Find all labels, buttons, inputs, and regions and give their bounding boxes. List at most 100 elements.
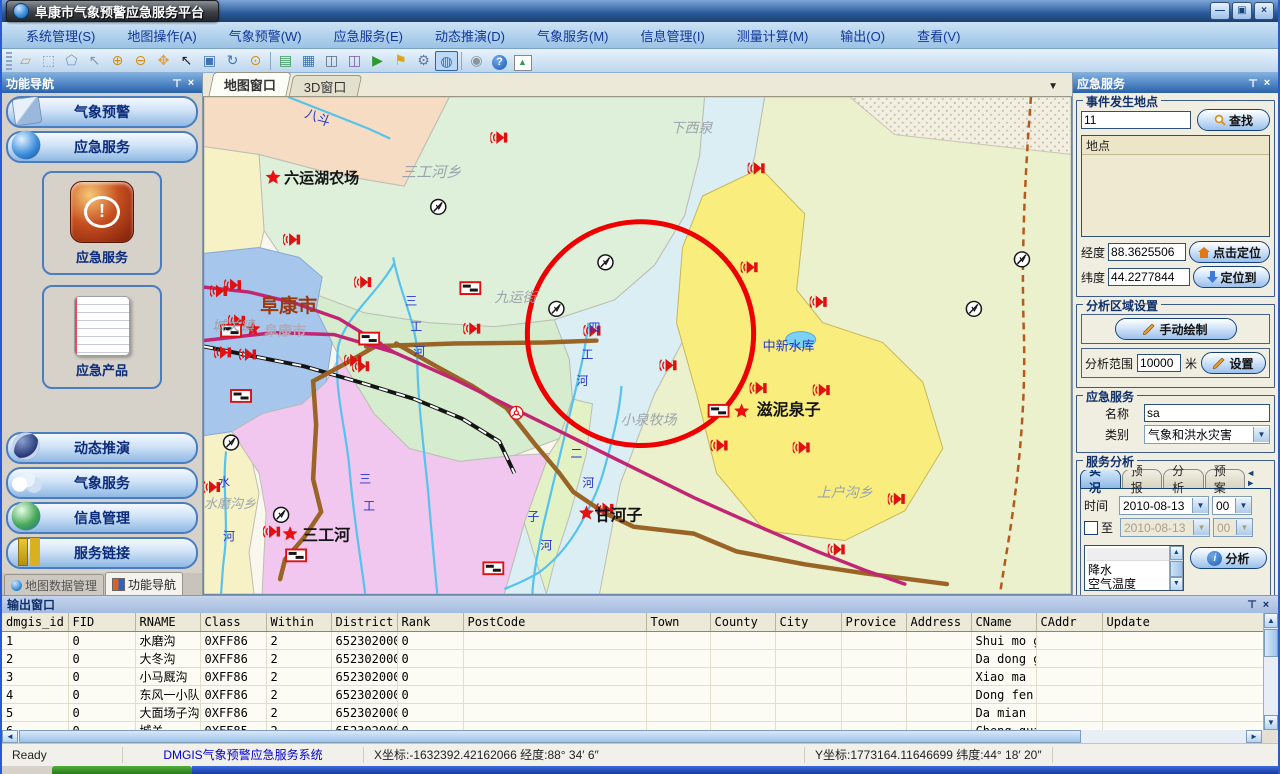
menu-item-3[interactable]: 应急服务(E) xyxy=(320,24,417,47)
toolbar-grip[interactable] xyxy=(6,52,12,70)
map-tabbar-dropdown-icon[interactable]: ▼ xyxy=(1048,81,1058,92)
nav-group-应急服务[interactable]: 应急服务 xyxy=(6,131,198,163)
print-color-icon[interactable]: ◫ xyxy=(343,51,366,71)
table-row[interactable]: 60城关0XFF8526523020000Cheng guan xyxy=(2,722,1263,731)
zoom-in-icon[interactable]: ⊕ xyxy=(106,51,129,71)
scroll-thumb[interactable] xyxy=(1170,561,1183,577)
zoom-out-icon[interactable]: ⊖ xyxy=(129,51,152,71)
pan-icon[interactable]: ✥ xyxy=(152,51,175,71)
map-tab-3D窗口[interactable]: 3D窗口 xyxy=(289,75,362,96)
menu-item-9[interactable]: 查看(V) xyxy=(903,24,974,47)
pointer-icon[interactable]: ↖ xyxy=(175,51,198,71)
nav-button-动态推演[interactable]: 动态推演 xyxy=(6,432,198,464)
card-应急服务[interactable]: !应急服务 xyxy=(42,171,162,275)
analysis-tab-预案[interactable]: 预案 xyxy=(1205,469,1246,488)
column-header-CName[interactable]: CName xyxy=(971,613,1036,632)
column-header-FID[interactable]: FID xyxy=(68,613,135,632)
globe-tool-icon[interactable]: ◍ xyxy=(435,51,458,71)
table-row[interactable]: 40东风一小队0XFF8626523020000Dong fen... xyxy=(2,686,1263,704)
refresh-icon[interactable]: ↻ xyxy=(221,51,244,71)
find-button[interactable]: 查找 xyxy=(1197,109,1270,131)
place-list[interactable]: 地点 xyxy=(1081,135,1270,237)
weather-list-scrollbar[interactable]: ▲ ▼ xyxy=(1169,546,1183,590)
nav-arrow-icon[interactable]: ▶ xyxy=(366,51,389,71)
hour-dropdown-icon[interactable]: ▼ xyxy=(1235,498,1251,513)
nav-group-气象预警[interactable]: 气象预警 xyxy=(6,96,198,128)
to-date-dropdown-icon[interactable]: ▼ xyxy=(1193,520,1209,535)
longitude-input[interactable] xyxy=(1108,243,1186,261)
hour-select[interactable]: 00 ▼ xyxy=(1212,496,1252,515)
select-rect-icon[interactable]: ⬚ xyxy=(37,51,60,71)
map-canvas[interactable]: 六运湖农场三工河乡下西泉九运街阜康市城关镇阜康市滋泥泉子中新水库小泉牧场上户沟乡… xyxy=(203,97,1072,595)
analyze-button[interactable]: i 分析 xyxy=(1190,547,1267,569)
export-image-icon[interactable]: ▦ xyxy=(297,51,320,71)
alert-bubble-icon[interactable]: ! xyxy=(70,181,134,243)
analysis-tab-分析[interactable]: 分析 xyxy=(1163,469,1204,488)
menu-item-6[interactable]: 信息管理(I) xyxy=(627,24,719,47)
table-row[interactable]: 30小马厩沟0XFF8626523020000Xiao ma ... xyxy=(2,668,1263,686)
menu-item-7[interactable]: 测量计算(M) xyxy=(723,24,823,47)
left-panel-pin-icon[interactable]: ⊤ xyxy=(170,77,184,90)
panel-tab-功能导航[interactable]: 功能导航 xyxy=(105,572,183,595)
to-hour-select[interactable]: 00 ▼ xyxy=(1213,518,1253,537)
column-header-Town[interactable]: Town xyxy=(646,613,710,632)
measure-icon[interactable]: ▱ xyxy=(14,51,37,71)
to-hour-dropdown-icon[interactable]: ▼ xyxy=(1236,520,1252,535)
left-panel-close-icon[interactable]: × xyxy=(184,77,198,89)
right-panel-close-icon[interactable]: × xyxy=(1260,77,1274,89)
column-header-Provice[interactable]: Provice xyxy=(841,613,906,632)
analysis-tab-实况[interactable]: 实况 xyxy=(1080,469,1121,488)
menu-item-5[interactable]: 气象服务(M) xyxy=(523,24,623,47)
nav-button-气象服务[interactable]: 气象服务 xyxy=(6,467,198,499)
locate-to-button[interactable]: 定位到 xyxy=(1193,266,1270,288)
manual-draw-button[interactable]: 手动绘制 xyxy=(1115,318,1237,340)
table-row[interactable]: 10水磨沟0XFF8626523020000Shui mo gou xyxy=(2,632,1263,650)
column-header-dmgis_id[interactable]: dmgis_id xyxy=(2,613,68,632)
output-pin-icon[interactable]: ⊤ xyxy=(1245,598,1259,611)
layers-icon[interactable]: ▤ xyxy=(274,51,297,71)
restore-button[interactable]: ▣ xyxy=(1232,2,1252,20)
flag-pin-icon[interactable]: ⚑ xyxy=(389,51,412,71)
service-type-dropdown-icon[interactable]: ▼ xyxy=(1253,427,1269,442)
to-checkbox[interactable] xyxy=(1084,521,1098,535)
set-range-button[interactable]: 设置 xyxy=(1201,352,1266,374)
column-header-Class[interactable]: Class xyxy=(200,613,266,632)
vscroll-up-icon[interactable]: ▲ xyxy=(1264,613,1278,628)
tab-scroll-arrows[interactable]: ◄ ► xyxy=(1246,468,1271,488)
full-extent-icon[interactable]: ▣ xyxy=(198,51,221,71)
menu-item-2[interactable]: 气象预警(W) xyxy=(215,24,316,47)
eye-icon[interactable]: ◉ xyxy=(465,51,488,71)
settings-gear-icon[interactable]: ⚙ xyxy=(412,51,435,71)
vscroll-thumb[interactable] xyxy=(1264,629,1278,657)
column-header-Address[interactable]: Address xyxy=(906,613,971,632)
date-select[interactable]: 2010-08-13 ▼ xyxy=(1119,496,1209,515)
output-horizontal-scrollbar[interactable]: ◄ ► xyxy=(2,730,1278,743)
menu-item-1[interactable]: 地图操作(A) xyxy=(113,24,210,47)
identify-icon[interactable]: ⊙ xyxy=(244,51,267,71)
panel-tab-地图数据管理[interactable]: 地图数据管理 xyxy=(4,574,104,595)
print-icon[interactable]: ◫ xyxy=(320,51,343,71)
service-type-select[interactable]: 气象和洪水灾害 ▼ xyxy=(1144,425,1270,444)
menu-item-0[interactable]: 系统管理(S) xyxy=(12,24,109,47)
column-header-District[interactable]: District xyxy=(331,613,397,632)
hscroll-thumb[interactable] xyxy=(19,730,1081,743)
weather-element-list[interactable]: 降水空气温度 ▲ ▼ xyxy=(1084,545,1184,591)
analysis-tab-预报[interactable]: 预报 xyxy=(1122,469,1163,488)
column-header-RNAME[interactable]: RNAME xyxy=(135,613,200,632)
column-header-PostCode[interactable]: PostCode xyxy=(463,613,646,632)
event-location-input[interactable] xyxy=(1081,111,1191,129)
hscroll-right-icon[interactable]: ► xyxy=(1246,730,1262,743)
table-row[interactable]: 50大面场子沟0XFF8626523020000Da mian ... xyxy=(2,704,1263,722)
table-row[interactable]: 20大冬沟0XFF8626523020000Da dong gou xyxy=(2,650,1263,668)
card-应急产品[interactable]: 应急产品 xyxy=(42,285,162,389)
to-date-select[interactable]: 2010-08-13 ▼ xyxy=(1120,518,1210,537)
menu-item-4[interactable]: 动态推演(D) xyxy=(421,24,519,47)
output-close-icon[interactable]: × xyxy=(1259,599,1273,611)
right-panel-pin-icon[interactable]: ⊤ xyxy=(1246,77,1260,90)
map-tab-地图窗口[interactable]: 地图窗口 xyxy=(208,72,291,96)
hscroll-left-icon[interactable]: ◄ xyxy=(2,730,18,743)
date-dropdown-icon[interactable]: ▼ xyxy=(1192,498,1208,513)
nav-button-服务链接[interactable]: 服务链接 xyxy=(6,537,198,569)
analysis-range-input[interactable] xyxy=(1137,354,1181,372)
nav-button-信息管理[interactable]: 信息管理 xyxy=(6,502,198,534)
